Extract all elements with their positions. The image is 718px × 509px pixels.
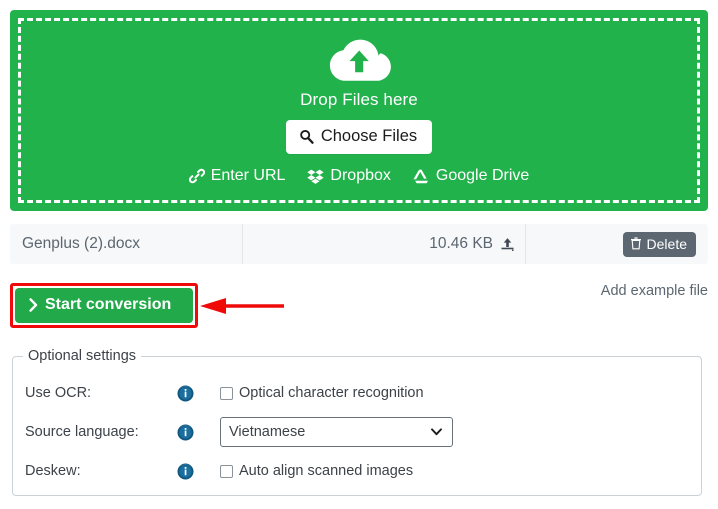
upload-icon <box>500 237 515 252</box>
deskew-control: Auto align scanned images <box>220 463 413 479</box>
optional-settings-panel: Optional settings Use OCR: Optical c <box>12 348 702 496</box>
choose-files-button[interactable]: Choose Files <box>286 120 432 154</box>
file-dropzone[interactable]: Drop Files here Choose Files <box>10 10 708 211</box>
source-language-select-wrap[interactable]: Vietnamese <box>220 417 453 447</box>
settings-body: Use OCR: Optical character recognition <box>13 364 701 488</box>
choose-files-label: Choose Files <box>321 127 417 146</box>
start-conversion-label: Start conversion <box>45 297 171 313</box>
file-size: 10.46 KB <box>429 235 493 253</box>
dropzone-inner[interactable]: Drop Files here Choose Files <box>18 18 700 203</box>
source-language-select[interactable]: Vietnamese <box>220 417 453 447</box>
cloud-upload-icon <box>326 35 392 85</box>
link-icon <box>189 168 205 184</box>
google-drive-label: Google Drive <box>436 167 529 185</box>
delete-label: Delete <box>647 236 687 252</box>
source-language-control: Vietnamese <box>220 417 453 447</box>
file-name: Genplus (2).docx <box>10 224 243 264</box>
chevron-right-icon <box>29 298 38 312</box>
google-drive-link[interactable]: Google Drive <box>413 167 529 185</box>
enter-url-link[interactable]: Enter URL <box>189 167 286 185</box>
upload-sources: Enter URL <box>189 167 530 185</box>
setting-row-use-ocr: Use OCR: Optical character recognition <box>25 376 701 410</box>
table-row: Genplus (2).docx 10.46 KB <box>10 224 708 264</box>
use-ocr-label: Use OCR: <box>25 385 177 401</box>
drop-files-text: Drop Files here <box>300 90 418 110</box>
search-icon <box>299 129 314 144</box>
trash-icon <box>630 237 642 250</box>
ocr-checkbox[interactable] <box>220 387 233 400</box>
deskew-checkbox-label[interactable]: Auto align scanned images <box>239 463 413 479</box>
deskew-label: Deskew: <box>25 463 177 479</box>
google-drive-icon <box>413 169 430 184</box>
dropbox-icon <box>307 169 324 184</box>
start-conversion-highlight: Start conversion <box>10 283 198 328</box>
info-icon[interactable] <box>177 463 194 480</box>
use-ocr-control: Optical character recognition <box>220 385 424 401</box>
red-arrow-annotation <box>199 297 285 315</box>
ocr-checkbox-label[interactable]: Optical character recognition <box>239 385 424 401</box>
enter-url-label: Enter URL <box>211 167 286 185</box>
info-icon[interactable] <box>177 424 194 441</box>
add-example-file-link[interactable]: Add example file <box>601 283 708 299</box>
optional-settings-legend: Optional settings <box>23 348 141 364</box>
file-size-cell: 10.46 KB <box>243 224 526 264</box>
setting-row-deskew: Deskew: Auto align scanned images <box>25 454 701 488</box>
source-language-label: Source language: <box>25 424 177 440</box>
converter-page: Drop Files here Choose Files <box>0 0 718 509</box>
start-conversion-button[interactable]: Start conversion <box>15 288 193 323</box>
setting-row-source-language: Source language: Vietnamese <box>25 412 701 452</box>
dropbox-link[interactable]: Dropbox <box>307 167 390 185</box>
dropbox-label: Dropbox <box>330 167 390 185</box>
deskew-checkbox[interactable] <box>220 465 233 478</box>
delete-button[interactable]: Delete <box>623 232 696 257</box>
file-action-cell: Delete <box>526 224 708 264</box>
info-icon[interactable] <box>177 385 194 402</box>
